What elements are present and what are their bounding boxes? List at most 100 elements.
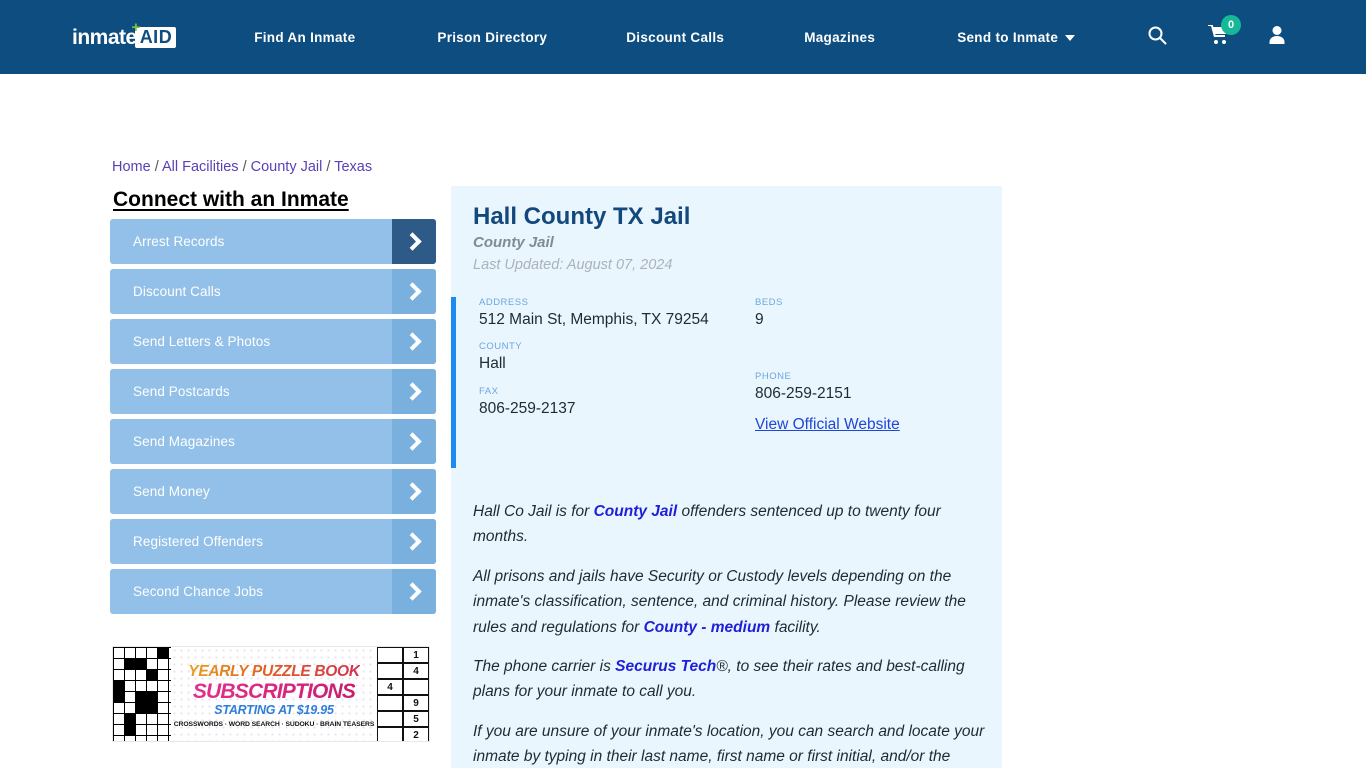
user-account-icon[interactable] [1268,25,1286,50]
sidebar-item-second-chance-jobs[interactable]: Second Chance Jobs [110,569,436,614]
chevron-right-icon [392,219,436,264]
sidebar-item-send-magazines[interactable]: Send Magazines [110,419,436,464]
facility-description: Hall Co Jail is for County Jail offender… [473,499,985,768]
ad-price-line: STARTING AT $19.95 [214,702,334,717]
sidebar-item-send-money[interactable]: Send Money [110,469,436,514]
sudoku-cell: 4 [403,663,429,679]
sudoku-cell [377,695,403,711]
sudoku-cell: 2 [403,727,429,741]
sidebar-item-label: Discount Calls [133,284,221,299]
breadcrumb-item-all-facilities[interactable]: All Facilities [162,159,239,175]
sudoku-cell [377,711,403,727]
chevron-right-icon [392,319,436,364]
sidebar-item-label: Send Magazines [133,434,235,449]
sidebar-item-registered-offenders[interactable]: Registered Offenders [110,519,436,564]
page-body: Home / All Facilities / County Jail / Te… [0,74,1366,768]
field-label: COUNTY [479,341,523,353]
cart-icon[interactable]: 0 [1208,14,1241,50]
field-beds: BEDS 9 [755,297,995,329]
sidebar-item-label: Second Chance Jobs [133,584,264,599]
p2-part-c: facility. [770,618,821,636]
chevron-right-icon [392,369,436,414]
sudoku-cell: 9 [403,695,429,711]
description-paragraph-1: Hall Co Jail is for County Jail offender… [473,499,985,550]
sidebar-item-discount-calls[interactable]: Discount Calls [110,269,436,314]
sidebar-item-arrest-records[interactable]: Arrest Records [110,219,436,264]
description-paragraph-4: If you are unsure of your inmate's locat… [473,719,985,768]
breadcrumb-separator: / [242,159,247,175]
p1-part-a: Hall Co Jail is for [473,503,594,520]
info-accent-bar [451,297,456,468]
chevron-right-icon [392,569,436,614]
sidebar-item-label: Send Money [133,484,210,499]
field-value: 512 Main St, Memphis, TX 79254 [479,311,709,328]
field-label: PHONE [755,371,792,383]
field-official-website: View Official Website [755,416,995,434]
green-plus-icon: + [131,18,141,36]
sudoku-cell: 1 [403,647,429,663]
ad-headline-1: YEARLY PUZZLE BOOK [188,663,360,681]
nav-item-prison-directory[interactable]: Prison Directory [437,30,547,45]
logo-badge-text: AID [139,26,173,47]
sudoku-cell: 4 [377,679,403,695]
field-label: BEDS [755,297,783,308]
ad-categories-line: CROSSWORDS · WORD SEARCH · SUDOKU · BRAI… [173,720,375,728]
p3-part-a: The phone carrier is [473,658,616,676]
main-nav: Find An Inmate Prison Directory Discount… [254,30,1076,45]
field-value: 806-259-2137 [479,399,576,417]
nav-item-discount-calls[interactable]: Discount Calls [626,30,724,45]
field-phone: PHONE 806-259-2151 [755,371,995,403]
field-county: COUNTY Hall [479,341,739,373]
last-updated-text: Last Updated: August 07, 2024 [473,257,673,273]
sidebar-item-label: Arrest Records [133,234,225,249]
breadcrumb-separator: / [326,159,331,175]
field-value: 806-259-2151 [755,385,852,403]
logo-text: inmate [72,25,137,49]
facility-type: County Jail [473,234,554,251]
facility-card: Hall County TX Jail County Jail Last Upd… [451,186,1002,768]
sudoku-grid-graphic: 1 4 4 9 5 2 [377,647,429,741]
sidebar-title: Connect with an Inmate [113,188,349,211]
nav-item-magazines[interactable]: Magazines [804,30,875,45]
field-label: FAX [479,385,499,397]
page-title: Hall County TX Jail [473,203,691,230]
cart-count-badge: 0 [1221,14,1241,35]
view-official-website-link[interactable]: View Official Website [755,416,900,433]
field-fax: FAX 806-259-2137 [479,386,739,418]
nav-item-send-to-inmate[interactable]: Send to Inmate [957,30,1076,45]
field-value: Hall [479,355,506,373]
breadcrumb-item-texas[interactable]: Texas [334,159,372,175]
search-icon[interactable] [1147,25,1167,50]
site-logo[interactable]: inmate + AID [72,18,177,52]
info-column-left: ADDRESS 512 Main St, Memphis, TX 79254 C… [479,297,739,430]
field-label: ADDRESS [479,297,529,308]
ad-text-block: YEARLY PUZZLE BOOK SUBSCRIPTIONS STARTIN… [171,647,377,741]
sudoku-cell: 5 [403,711,429,727]
breadcrumb: Home / All Facilities / County Jail / Te… [112,159,372,175]
sidebar-menu: Arrest Records Discount Calls Send Lette… [110,219,436,619]
p3-highlight-securus-tech: Securus Tech [615,658,717,676]
site-header: inmate + AID Find An Inmate Prison Direc… [0,0,1366,74]
sidebar-item-send-letters-photos[interactable]: Send Letters & Photos [110,319,436,364]
p2-highlight-county-medium: County - medium [643,618,771,636]
sudoku-cell [403,679,429,695]
chevron-right-icon [392,269,436,314]
facility-info-block: ADDRESS 512 Main St, Memphis, TX 79254 C… [451,297,1002,477]
ad-headline-2: SUBSCRIPTIONS [192,679,356,703]
breadcrumb-item-county-jail[interactable]: County Jail [251,159,323,175]
field-address: ADDRESS 512 Main St, Memphis, TX 79254 [479,297,739,329]
description-paragraph-3: The phone carrier is Securus Tech®, to s… [473,654,985,705]
sidebar-item-send-postcards[interactable]: Send Postcards [110,369,436,414]
chevron-right-icon [392,469,436,514]
p4-part-a: If you are unsure of your inmate's locat… [473,722,985,766]
header-icon-group: 0 [1147,0,1366,74]
field-value: 9 [755,311,764,328]
chevron-right-icon [392,519,436,564]
info-column-right: BEDS 9 PHONE 806-259-2151 View Official … [755,297,995,446]
puzzle-book-ad-banner[interactable]: YEARLY PUZZLE BOOK SUBSCRIPTIONS STARTIN… [112,646,430,742]
breadcrumb-separator: / [154,159,159,175]
nav-item-find-an-inmate[interactable]: Find An Inmate [254,30,355,45]
breadcrumb-item-home[interactable]: Home [112,159,151,175]
sudoku-cell [377,663,403,679]
